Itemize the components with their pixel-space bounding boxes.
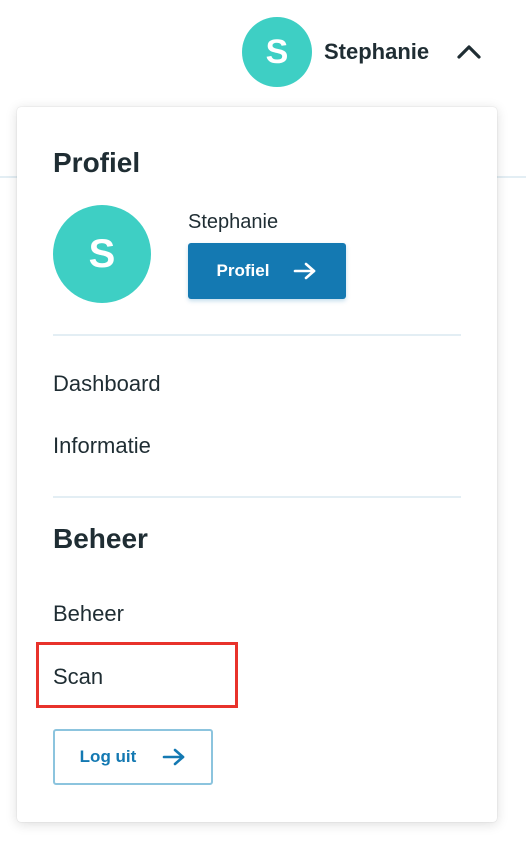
- divider: [53, 334, 461, 336]
- profile-section-title: Profiel: [53, 147, 141, 178]
- user-name: Stephanie: [324, 39, 430, 64]
- user-dropdown-menu: Profiel S Stephanie Profiel Dashboard In…: [17, 107, 497, 822]
- logout-button[interactable]: Log uit: [53, 729, 213, 785]
- profile-avatar: S: [53, 205, 151, 303]
- profile-name: Stephanie: [188, 211, 279, 233]
- menu-link-informatie[interactable]: Informatie: [53, 433, 151, 459]
- menu-link-dashboard[interactable]: Dashboard: [53, 371, 161, 397]
- scan-highlight-box: [36, 642, 238, 708]
- arrow-right-icon: [162, 748, 186, 766]
- profile-button-label: Profiel: [216, 261, 270, 280]
- divider: [53, 496, 461, 498]
- arrow-right-icon: [293, 262, 317, 280]
- profile-button[interactable]: Profiel: [188, 243, 346, 299]
- avatar: S: [242, 17, 312, 87]
- menu-link-beheer[interactable]: Beheer: [53, 601, 124, 627]
- chevron-up-icon[interactable]: [453, 36, 485, 68]
- user-menu-toggle[interactable]: S Stephanie: [242, 16, 502, 88]
- admin-section-title: Beheer: [53, 523, 148, 554]
- logout-button-label: Log uit: [79, 747, 137, 766]
